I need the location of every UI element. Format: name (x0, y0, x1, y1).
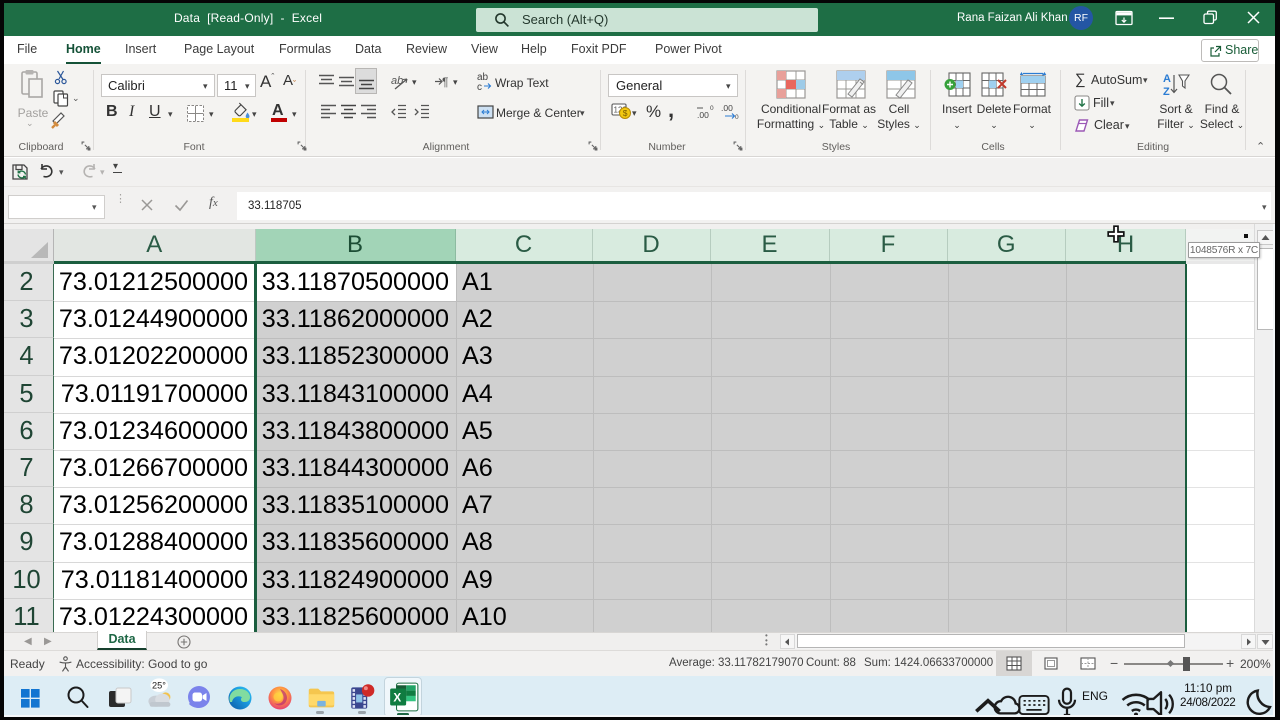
svg-text:0: 0 (710, 105, 714, 112)
svg-text:X: X (393, 691, 401, 704)
svg-text:ab: ab (391, 75, 403, 87)
svg-text:0: 0 (735, 114, 739, 120)
svg-text:Z: Z (1163, 86, 1170, 98)
svg-text:$: $ (623, 108, 628, 118)
svg-text:¶: ¶ (442, 75, 448, 89)
svg-text:25°: 25° (152, 680, 166, 690)
svg-text:.00: .00 (721, 103, 733, 113)
svg-text:A: A (1163, 73, 1171, 85)
svg-text:c: c (477, 82, 482, 91)
svg-text:.00: .00 (697, 110, 709, 120)
